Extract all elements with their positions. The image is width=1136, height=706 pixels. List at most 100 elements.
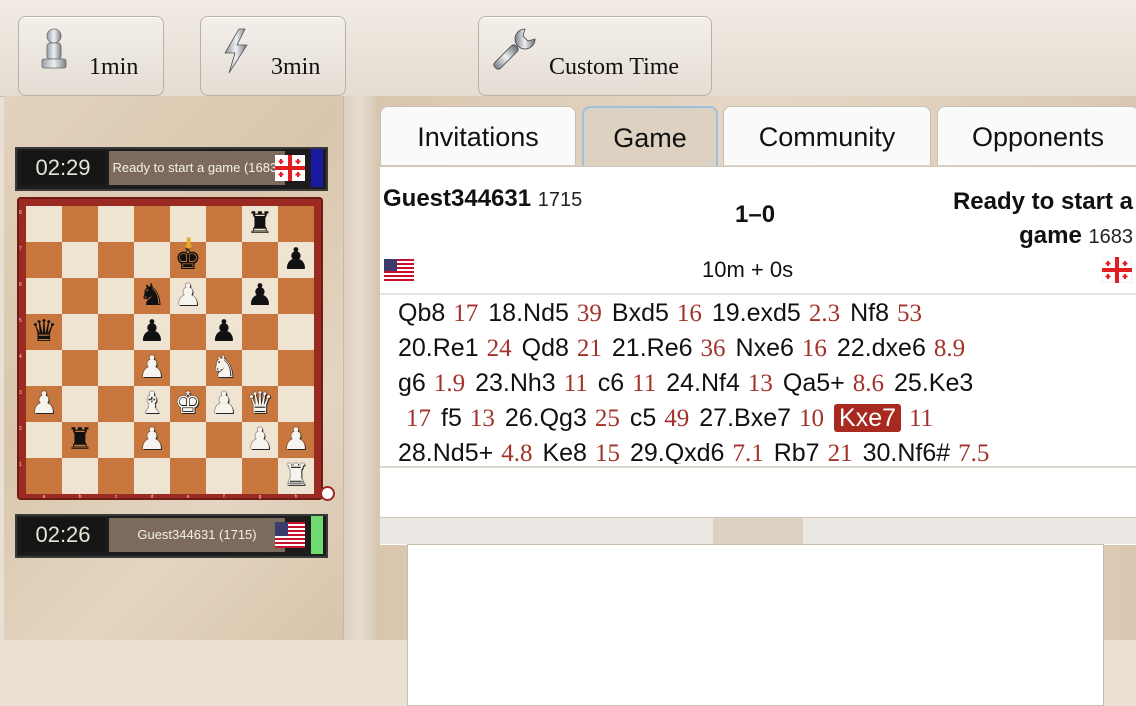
square-h3[interactable] <box>278 386 314 422</box>
square-g5[interactable] <box>242 314 278 350</box>
square-d8[interactable] <box>134 206 170 242</box>
square-g8[interactable]: ♜ <box>242 206 278 242</box>
black-knight-icon[interactable]: ♞ <box>139 278 166 314</box>
board-grid[interactable]: ♜ ♚ ⬇ ♟ ♞ ♟ ♟ ♛ ♟ ♟ ♟ ♞ ♟ ♝ ♚ ♟ ♛ ♜ ♟ ♟ ♟ ♜ <box>26 206 314 494</box>
square-b5[interactable] <box>62 314 98 350</box>
square-a7[interactable] <box>26 242 62 278</box>
move[interactable]: Bxd5 <box>612 299 669 327</box>
square-e7[interactable]: ♚ ⬇ <box>170 236 206 278</box>
white-pawn-icon[interactable]: ♟ <box>175 278 202 314</box>
move[interactable]: g6 <box>398 369 426 397</box>
square-b7[interactable] <box>62 242 98 278</box>
square-a6[interactable] <box>26 278 62 314</box>
1min-button[interactable]: 1min <box>18 16 164 96</box>
current-move[interactable]: Kxe7 <box>834 404 902 432</box>
move[interactable]: 21.Re6 <box>612 334 693 362</box>
move[interactable]: 28.Nd5+ <box>398 439 493 464</box>
square-b4[interactable] <box>62 350 98 386</box>
square-a8[interactable] <box>26 206 62 242</box>
white-pawn-icon[interactable]: ♟ <box>247 422 274 458</box>
move[interactable]: f5 <box>441 404 462 432</box>
square-g6[interactable]: ♟ <box>242 278 278 314</box>
square-h8[interactable] <box>278 206 314 242</box>
black-queen-icon[interactable]: ♛ <box>31 314 58 350</box>
3min-button[interactable]: 3min <box>200 16 346 96</box>
move[interactable]: Rb7 <box>774 439 820 464</box>
move[interactable]: Ke8 <box>542 439 586 464</box>
square-d5[interactable]: ♟ <box>134 314 170 350</box>
square-c4[interactable] <box>98 350 134 386</box>
square-b8[interactable] <box>62 206 98 242</box>
scrollbar-thumb[interactable] <box>713 518 803 544</box>
square-a3[interactable]: ♟ <box>26 386 62 422</box>
white-bishop-icon[interactable]: ♝ <box>139 386 166 422</box>
white-queen-icon[interactable]: ♛ <box>247 386 274 422</box>
square-g1[interactable] <box>242 458 278 494</box>
custom-time-button[interactable]: Custom Time <box>478 16 712 96</box>
square-d7[interactable] <box>134 242 170 278</box>
square-c6[interactable] <box>98 278 134 314</box>
square-f8[interactable] <box>206 206 242 242</box>
square-b1[interactable] <box>62 458 98 494</box>
tab-opponents[interactable]: Opponents <box>937 106 1136 165</box>
move[interactable]: 24.Nf4 <box>666 369 740 397</box>
square-g2[interactable]: ♟ <box>242 422 278 458</box>
square-d6[interactable]: ♞ <box>134 278 170 314</box>
square-c1[interactable] <box>98 458 134 494</box>
square-d1[interactable] <box>134 458 170 494</box>
square-f5[interactable]: ♟ <box>206 314 242 350</box>
square-f6[interactable] <box>206 278 242 314</box>
square-h7[interactable]: ♟ <box>278 242 314 278</box>
square-g7[interactable] <box>242 242 278 278</box>
move[interactable]: Qa5+ <box>783 369 845 397</box>
tab-community[interactable]: Community <box>723 106 931 165</box>
square-b6[interactable] <box>62 278 98 314</box>
move[interactable]: 22.dxe6 <box>837 334 926 362</box>
chat-area[interactable] <box>407 544 1104 706</box>
square-d3[interactable]: ♝ <box>134 386 170 422</box>
square-a2[interactable] <box>26 422 62 458</box>
square-h6[interactable] <box>278 278 314 314</box>
move[interactable]: Qd8 <box>522 334 569 362</box>
black-pawn-icon[interactable]: ♟ <box>283 242 310 278</box>
square-e4[interactable] <box>170 350 206 386</box>
chess-board[interactable]: 87654321 ♜ ♚ ⬇ ♟ ♞ ♟ ♟ ♛ ♟ ♟ ♟ ♞ ♟ ♝ ♚ ♟ ♛ ♜ ♟ ♟ ♟ ♜ abcdefgh <box>17 197 335 501</box>
move[interactable]: 23.Nh3 <box>475 369 556 397</box>
move[interactable]: 19.exd5 <box>712 299 801 327</box>
square-b3[interactable] <box>62 386 98 422</box>
move[interactable]: 30.Nf6# <box>863 439 951 464</box>
square-f1[interactable] <box>206 458 242 494</box>
move-list[interactable]: Qb8 17 18.Nd5 39 Bxd5 16 19.exd5 2.3 Nf8 53 20.Re1… <box>398 296 1134 464</box>
white-king-icon[interactable]: ♚ <box>175 386 202 422</box>
horizontal-scrollbar[interactable] <box>380 517 1136 544</box>
black-pawn-icon[interactable]: ♟ <box>211 314 238 350</box>
move[interactable]: 25.Ke3 <box>894 369 973 397</box>
white-rook-icon[interactable]: ♜ <box>283 458 310 494</box>
square-a1[interactable] <box>26 458 62 494</box>
black-rook-icon[interactable]: ♜ <box>67 422 94 458</box>
move[interactable]: 18.Nd5 <box>488 299 569 327</box>
move[interactable]: Nxe6 <box>736 334 794 362</box>
square-d2[interactable]: ♟ <box>134 422 170 458</box>
square-b2[interactable]: ♜ <box>62 422 98 458</box>
square-e3[interactable]: ♚ <box>170 386 206 422</box>
move[interactable]: c6 <box>598 369 624 397</box>
square-f2[interactable] <box>206 422 242 458</box>
black-pawn-icon[interactable]: ♟ <box>139 314 166 350</box>
move[interactable]: 20.Re1 <box>398 334 479 362</box>
square-g4[interactable] <box>242 350 278 386</box>
square-h1[interactable]: ♜ <box>278 458 314 494</box>
tab-invitations[interactable]: Invitations <box>380 106 576 165</box>
square-e6[interactable]: ♟ <box>170 278 206 314</box>
square-h2[interactable]: ♟ <box>278 422 314 458</box>
square-g3[interactable]: ♛ <box>242 386 278 422</box>
square-a4[interactable] <box>26 350 62 386</box>
square-c3[interactable] <box>98 386 134 422</box>
white-pawn-icon[interactable]: ♟ <box>139 350 166 386</box>
square-e5[interactable] <box>170 314 206 350</box>
square-c2[interactable] <box>98 422 134 458</box>
square-e2[interactable] <box>170 422 206 458</box>
move[interactable]: 29.Qxd6 <box>630 439 725 464</box>
white-pawn-icon[interactable]: ♟ <box>31 386 58 422</box>
square-h4[interactable] <box>278 350 314 386</box>
